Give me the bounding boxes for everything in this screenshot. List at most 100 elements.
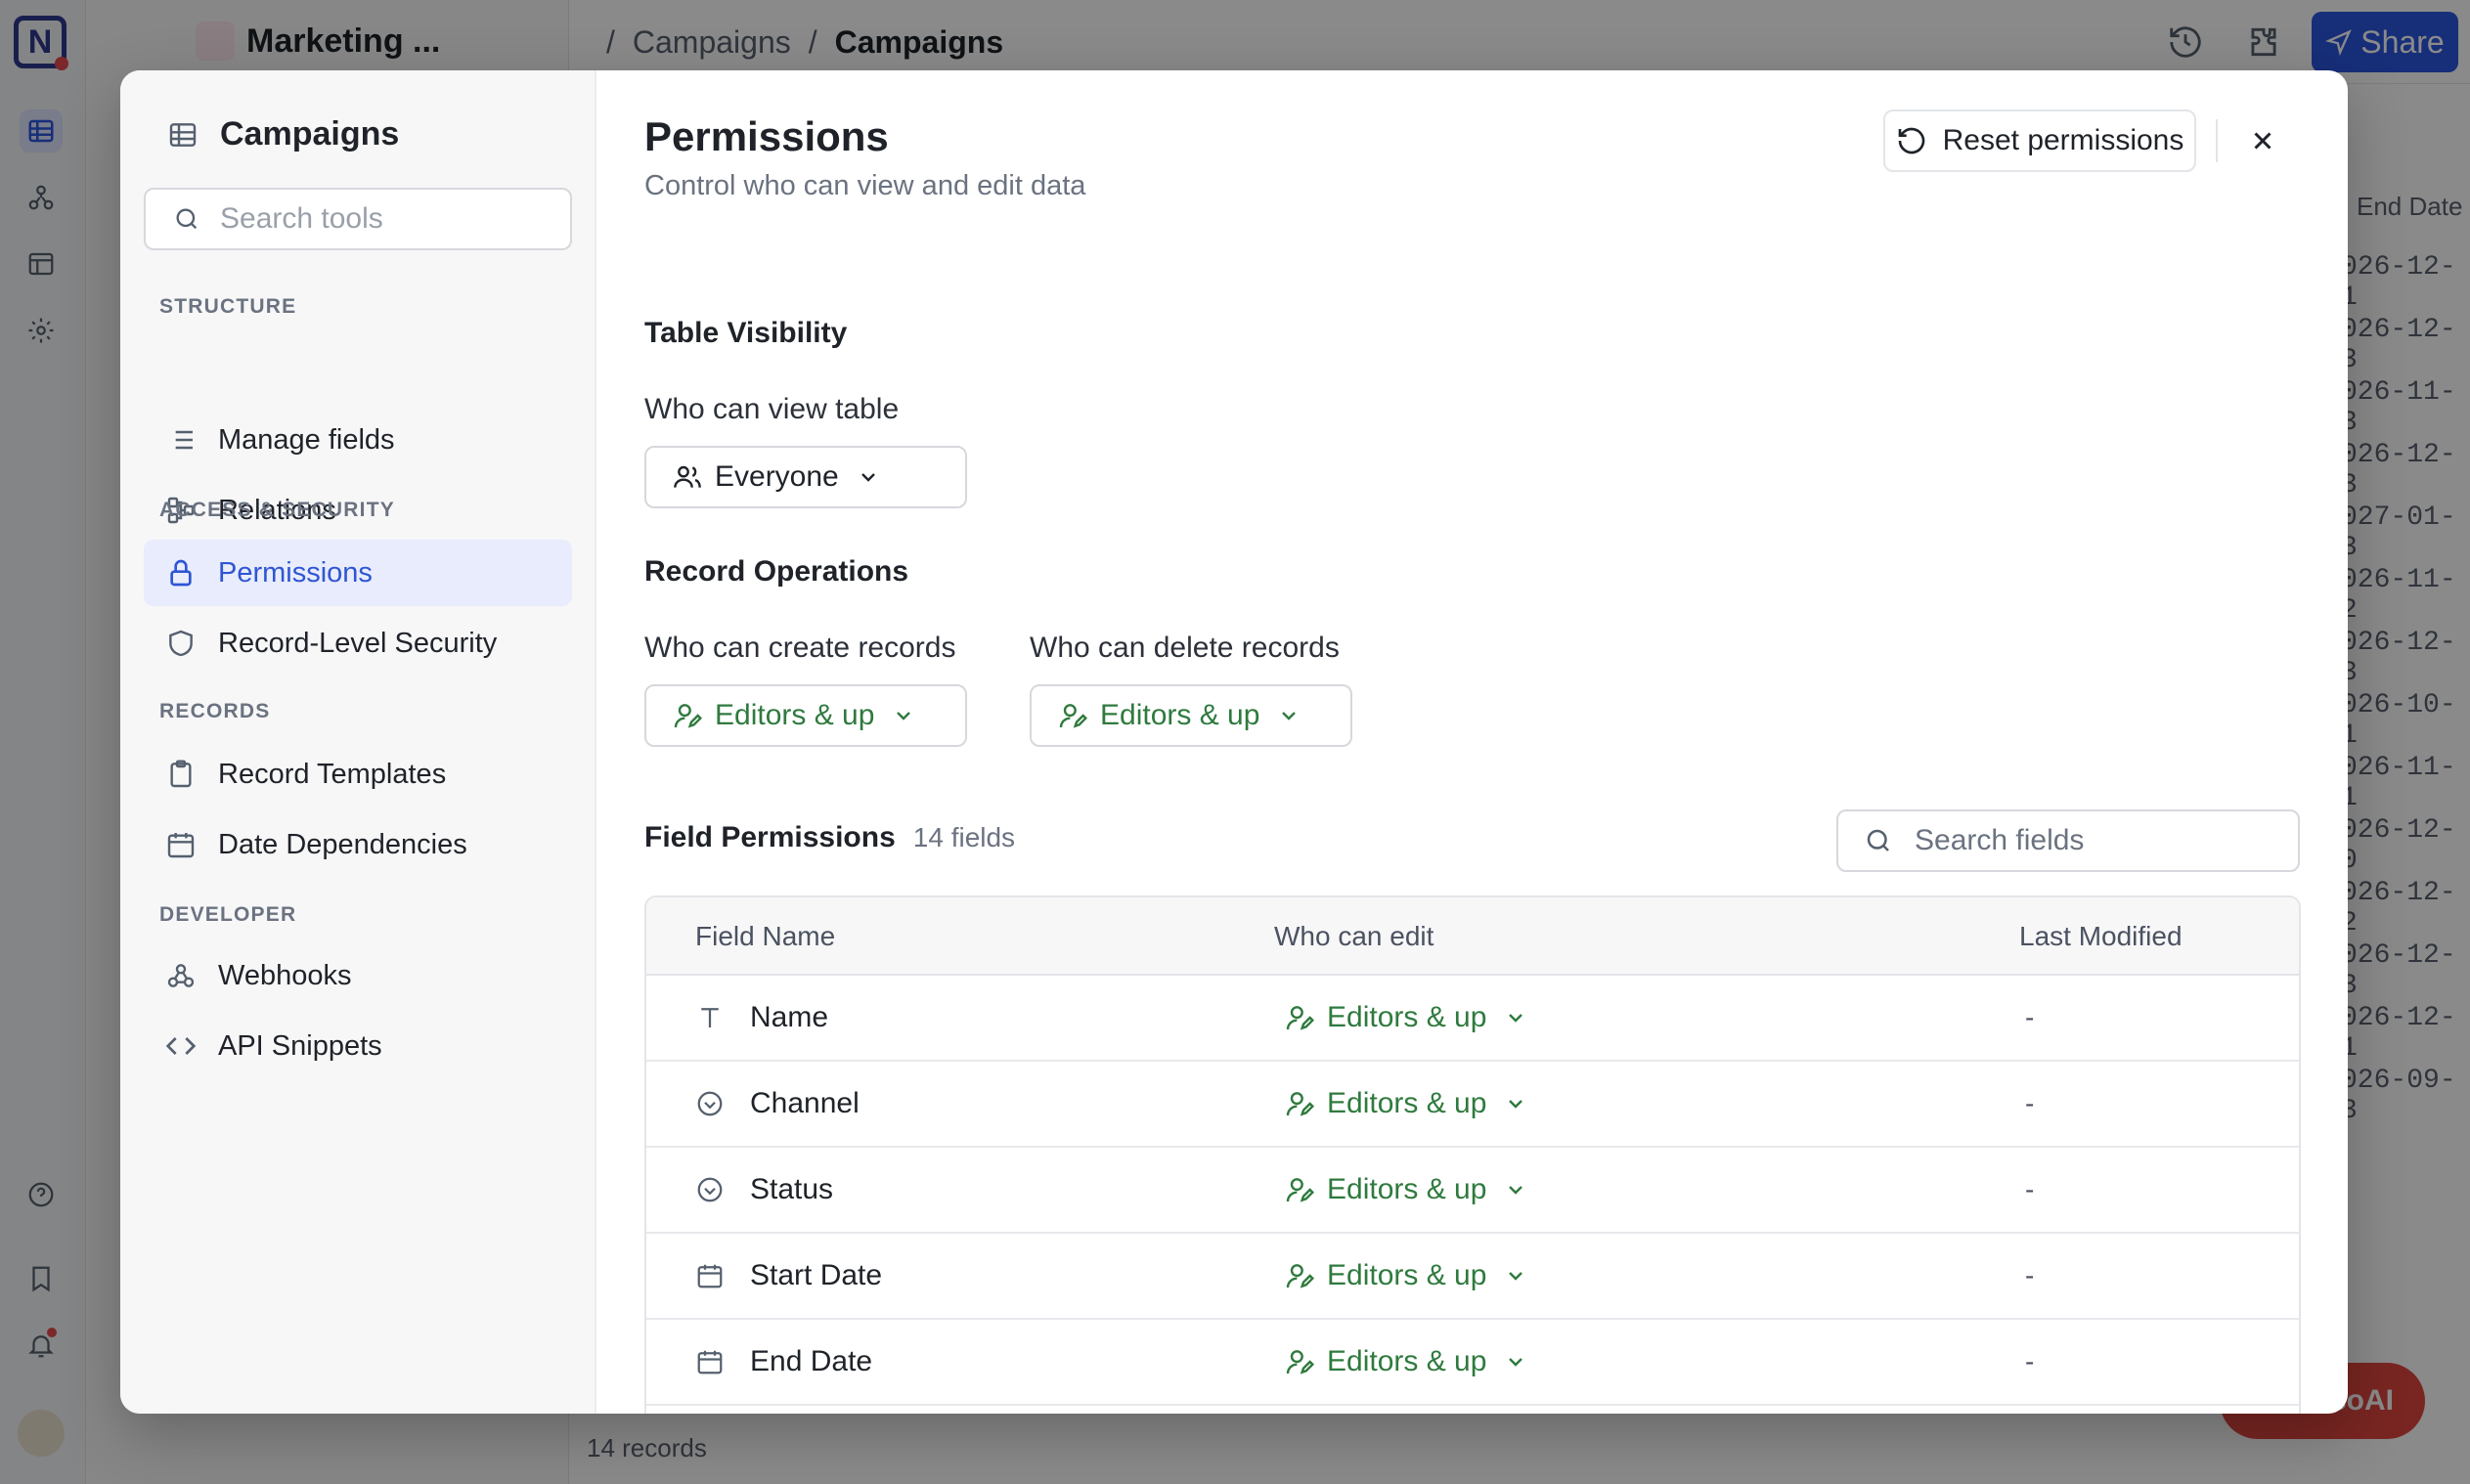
shield-icon <box>169 630 193 657</box>
webhook-icon <box>167 964 195 987</box>
settings-sidebar: Campaigns STRUCTURE Manage fields Relati… <box>120 70 596 1414</box>
table-row: End Date Editors & up - <box>646 1320 2299 1406</box>
page-subtitle: Control who can view and edit data <box>644 170 1086 201</box>
table-header: Field Name Who can edit Last Modified <box>646 897 2299 976</box>
chevron-down-icon <box>860 473 875 482</box>
sidebar-title: Campaigns <box>220 115 400 153</box>
view-table-value: Everyone <box>715 460 839 493</box>
close-button[interactable] <box>2237 115 2288 166</box>
last-modified-cell: - <box>2025 1260 2035 1290</box>
view-table-label: Who can view table <box>644 393 900 425</box>
create-records-select[interactable]: Editors & up <box>644 684 967 747</box>
create-records-value: Editors & up <box>715 699 875 731</box>
field-name-cell: Start Date <box>695 1234 882 1318</box>
who-can-edit-value: Editors & up <box>1327 1001 1487 1033</box>
field-name-cell: Name <box>695 976 828 1060</box>
sidebar-item-label: Permissions <box>218 556 373 589</box>
who-can-edit-value: Editors & up <box>1327 1087 1487 1119</box>
table-row: Status Editors & up - <box>646 1148 2299 1234</box>
field-name: End Date <box>750 1345 873 1377</box>
field-permissions-table: Field Name Who can edit Last Modified Na… <box>644 895 2301 1414</box>
sidebar-item-api-snippets[interactable]: API Snippets <box>144 1013 572 1079</box>
chevron-down-icon <box>1509 1186 1523 1195</box>
table-settings-modal: Campaigns STRUCTURE Manage fields Relati… <box>120 70 2348 1414</box>
table-row: Channel Editors & up - <box>646 1062 2299 1148</box>
field-name-cell: End Date <box>695 1320 872 1404</box>
user-edit-icon <box>1059 704 1088 728</box>
tools-search-input[interactable] <box>220 202 552 236</box>
who-can-edit-value: Editors & up <box>1327 1345 1487 1377</box>
sidebar-item-record-level-security[interactable]: Record-Level Security <box>144 610 572 677</box>
close-icon <box>2254 132 2272 150</box>
reset-permissions-button[interactable]: Reset permissions <box>1883 109 2196 172</box>
who-can-edit-select[interactable]: Editors & up <box>1284 1062 1527 1146</box>
users-icon <box>674 465 701 488</box>
chevron-down-icon <box>1509 1272 1523 1281</box>
calendar-icon <box>167 833 195 858</box>
header-divider <box>2216 119 2218 162</box>
section-developer: DEVELOPER <box>159 903 297 926</box>
section-table-visibility: Table Visibility <box>644 317 848 349</box>
user-edit-icon <box>1286 1092 1315 1116</box>
sidebar-item-label: Record-Level Security <box>218 627 498 659</box>
chevron-down-icon <box>1282 712 1297 720</box>
last-modified-cell: - <box>2025 1002 2035 1032</box>
sidebar-item-record-templates[interactable]: Record Templates <box>144 741 572 807</box>
last-modified-cell: - <box>2025 1088 2035 1118</box>
fields-search[interactable] <box>1836 809 2300 872</box>
table-row: Start Date Editors & up - <box>646 1234 2299 1320</box>
delete-records-label: Who can delete records <box>1030 632 1340 664</box>
fields-search-input[interactable] <box>1915 824 2286 857</box>
column-header-who-can-edit[interactable]: Who can edit <box>1274 921 1433 952</box>
user-edit-icon <box>1286 1350 1315 1375</box>
delete-records-select[interactable]: Editors & up <box>1030 684 1352 747</box>
who-can-edit-select[interactable]: Editors & up <box>1284 1148 1527 1232</box>
who-can-edit-value: Editors & up <box>1327 1173 1487 1205</box>
field-count: 14 fields <box>912 822 1016 852</box>
clipboard-icon <box>170 760 192 788</box>
delete-records-value: Editors & up <box>1100 699 1260 731</box>
field-name: Start Date <box>750 1259 883 1291</box>
sidebar-item-label: Manage fields <box>218 423 395 456</box>
table-row: Name Editors & up - <box>646 976 2299 1062</box>
sidebar-item-permissions[interactable]: Permissions <box>144 540 572 606</box>
code-icon <box>165 1037 197 1055</box>
column-header-last-modified[interactable]: Last Modified <box>2019 921 2183 952</box>
user-edit-icon <box>674 704 703 728</box>
chevron-down-icon <box>1509 1100 1523 1109</box>
permissions-content: Permissions Control who can view and edi… <box>596 70 2348 1414</box>
sidebar-item-date-dependencies[interactable]: Date Dependencies <box>144 811 572 878</box>
tools-search[interactable] <box>144 188 572 250</box>
table-body: Name Editors & up - Channel Editors & up - Sta… <box>646 976 2299 1406</box>
sidebar-item-manage-fields[interactable]: Manage fields <box>144 407 572 473</box>
section-record-operations: Record Operations <box>644 555 909 588</box>
create-records-label: Who can create records <box>644 632 956 664</box>
view-table-select[interactable]: Everyone <box>644 446 967 508</box>
last-modified-cell: - <box>2025 1174 2035 1204</box>
sidebar-header: Campaigns <box>167 115 399 153</box>
who-can-edit-value: Editors & up <box>1327 1259 1487 1291</box>
who-can-edit-select[interactable]: Editors & up <box>1284 976 1527 1060</box>
sidebar-item-label: Record Templates <box>218 758 447 790</box>
sidebar-item-label: Date Dependencies <box>218 828 467 860</box>
section-records: RECORDS <box>159 700 271 722</box>
field-permissions-header: Field Permissions 14 fields <box>644 821 1015 854</box>
sidebar-item-webhooks[interactable]: Webhooks <box>144 942 572 1009</box>
calendar-icon <box>697 1350 723 1375</box>
text-icon <box>701 1008 719 1027</box>
column-header-field-name[interactable]: Field Name <box>695 921 835 952</box>
reset-label: Reset permissions <box>1942 124 2184 156</box>
last-modified-cell: - <box>2025 1346 2035 1376</box>
section-access-security: ACCESS & SECURITY <box>159 499 395 521</box>
user-edit-icon <box>1286 1264 1315 1288</box>
sidebar-item-label: API Snippets <box>218 1029 382 1062</box>
who-can-edit-select[interactable]: Editors & up <box>1284 1320 1527 1404</box>
lock-icon <box>170 559 192 587</box>
field-name: Name <box>750 1001 829 1033</box>
section-structure: STRUCTURE <box>159 295 297 318</box>
reset-icon <box>1898 127 1924 154</box>
who-can-edit-select[interactable]: Editors & up <box>1284 1234 1527 1318</box>
select-icon <box>697 1091 723 1116</box>
field-name-cell: Status <box>695 1148 833 1232</box>
field-name: Channel <box>750 1087 860 1119</box>
